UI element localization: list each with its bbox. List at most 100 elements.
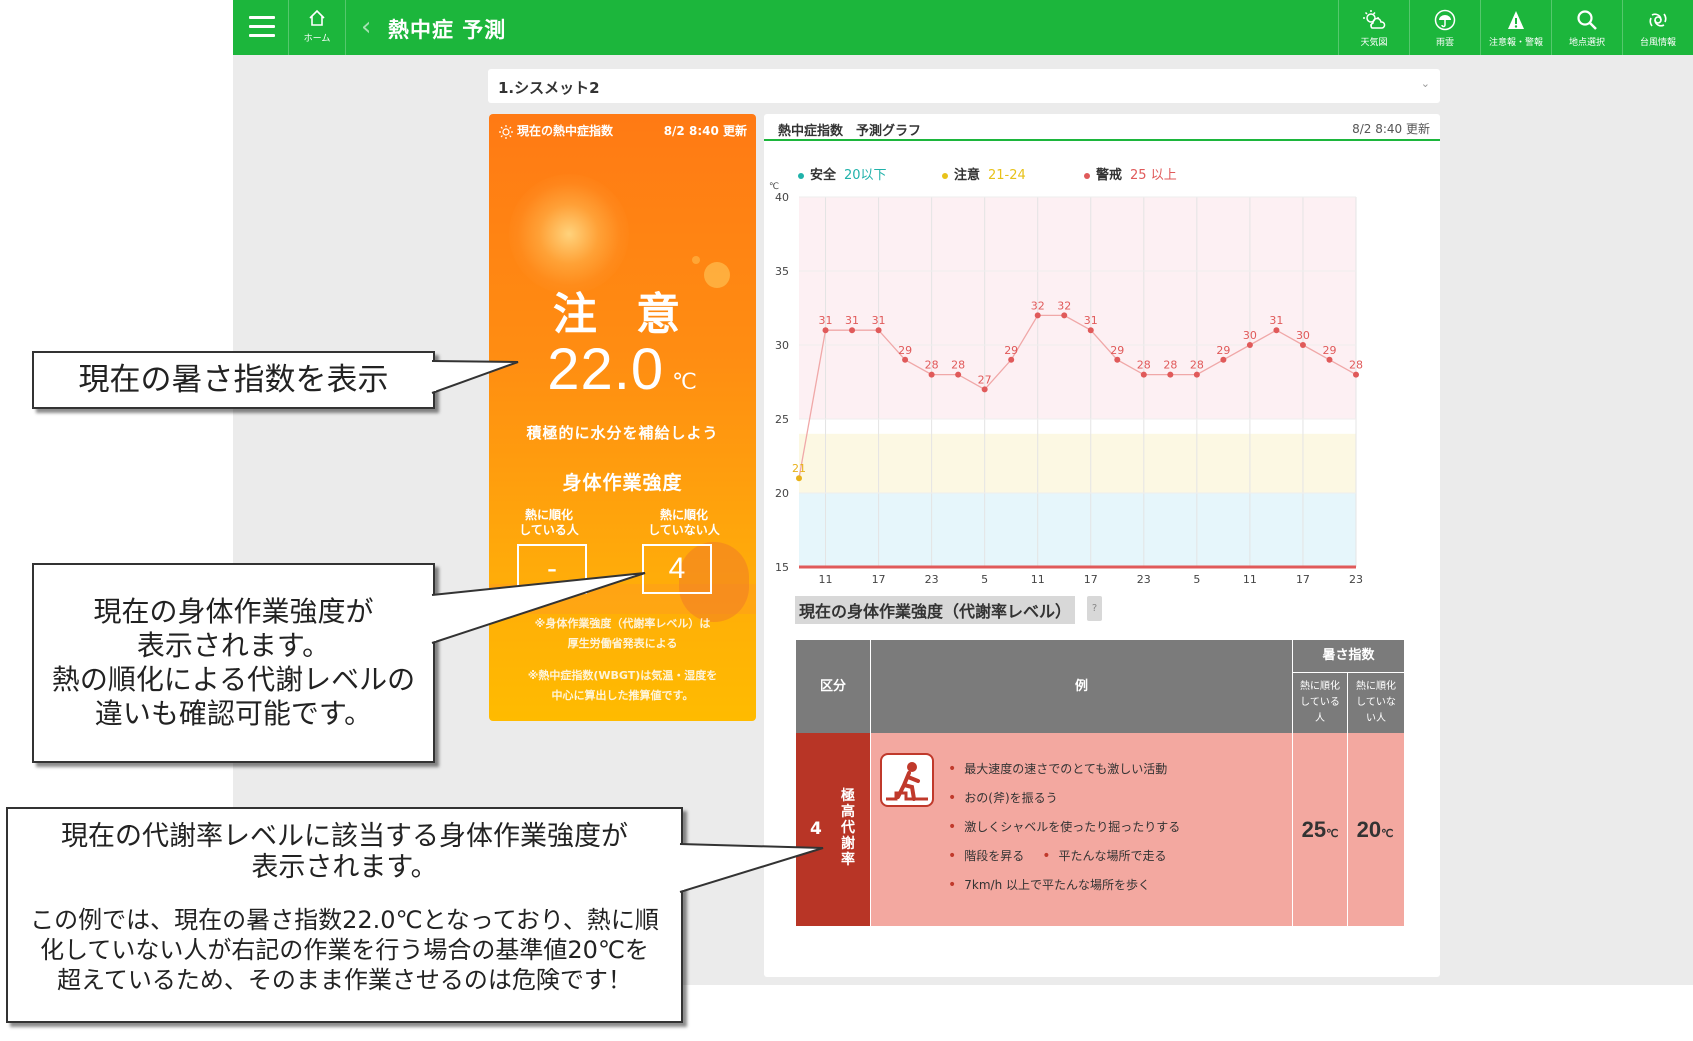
data-label: 32 bbox=[1031, 299, 1045, 312]
location-select[interactable]: 1.シスメット2 ⌄ bbox=[488, 69, 1440, 103]
example-text: 平たんな場所で走る bbox=[1058, 849, 1167, 863]
back-chevron-icon[interactable]: ‹ bbox=[361, 12, 371, 42]
x-tick-date: 8/4 bbox=[1188, 587, 1206, 589]
page-title: 熱中症 予測 bbox=[388, 18, 507, 42]
callout-pointer bbox=[678, 843, 824, 893]
data-label: 28 bbox=[1190, 359, 1204, 372]
info-badge[interactable]: ? bbox=[1087, 596, 1102, 621]
current-index-updated: 8/2 8:40 更新 bbox=[663, 124, 747, 138]
list-item: • 最大速度の速さでのとても激しい活動 bbox=[948, 761, 1168, 777]
col-acclimatized-text: 熱に順化 している 人 bbox=[1300, 681, 1340, 724]
data-label: 21 bbox=[792, 462, 806, 475]
data-point bbox=[1008, 356, 1015, 363]
data-point bbox=[849, 327, 856, 334]
callout-line: 表示されます。 bbox=[136, 629, 331, 662]
data-label: 29 bbox=[1216, 344, 1230, 357]
nav-location-select[interactable]: 地点選択 bbox=[1551, 0, 1622, 55]
data-label: 31 bbox=[845, 314, 859, 327]
example-text: 階段を昇る bbox=[964, 849, 1025, 863]
nav-typhoon[interactable]: 台風情報 bbox=[1622, 0, 1693, 55]
example-text: おの(斧)を振るう bbox=[964, 791, 1058, 805]
list-item: • おの(斧)を振るう bbox=[948, 790, 1058, 806]
shovel-worker-icon bbox=[880, 753, 934, 807]
note-wbgt-line2: 中心に算出した推算値です。 bbox=[551, 689, 694, 702]
wbgt-number: 22.0 bbox=[547, 337, 665, 402]
y-tick-label: 35 bbox=[775, 265, 789, 278]
umbrella-icon bbox=[1434, 9, 1456, 31]
data-point bbox=[1167, 371, 1174, 378]
y-tick-label: 15 bbox=[775, 561, 789, 574]
y-tick-label: 30 bbox=[775, 339, 789, 352]
data-label: 29 bbox=[898, 344, 912, 357]
divider bbox=[1292, 640, 1293, 926]
data-label: 31 bbox=[1269, 314, 1283, 327]
data-point bbox=[1326, 356, 1333, 363]
nav-label: 天気図 bbox=[1360, 38, 1388, 48]
x-tick-label: 23 bbox=[1349, 573, 1363, 586]
col-not-acclimatized-header: 熱に順化 していな い人 bbox=[1348, 673, 1404, 733]
nav-rain-cloud[interactable]: 雨雲 bbox=[1409, 0, 1480, 55]
current-index-header: 現在の熱中症指数 8/2 8:40 更新 bbox=[499, 122, 747, 139]
data-label: 28 bbox=[1349, 359, 1363, 372]
callout-line: 違いも確認可能です。 bbox=[94, 697, 373, 730]
x-tick-label: 17 bbox=[1084, 573, 1098, 586]
data-point bbox=[955, 371, 962, 378]
example-text: 最大速度の速さでのとても激しい活動 bbox=[964, 762, 1168, 776]
data-label: 30 bbox=[1243, 329, 1257, 342]
data-label: 29 bbox=[1004, 344, 1018, 357]
chart-band bbox=[799, 433, 1356, 493]
callout-line: 超えているため、そのまま作業させるのは危険です！ bbox=[57, 966, 632, 994]
acclimatized-label: 熱に順化 している人 bbox=[519, 508, 579, 537]
x-tick-label: 11 bbox=[1031, 573, 1045, 586]
callout-line: 現在の代謝率レベルに該当する身体作業強度が bbox=[61, 821, 628, 852]
col-acclimatized-header: 熱に順化 している 人 bbox=[1293, 673, 1347, 733]
data-point bbox=[1299, 342, 1306, 348]
x-tick-label: 11 bbox=[1243, 573, 1257, 586]
weather-map-icon bbox=[1363, 10, 1386, 29]
chart-band bbox=[799, 197, 1356, 419]
list-item: • 激しくシャベルを使ったり掘ったりする bbox=[948, 819, 1181, 835]
data-label: 28 bbox=[1137, 359, 1151, 372]
data-point bbox=[1193, 371, 1200, 378]
data-point bbox=[1087, 327, 1094, 334]
acclimatized-threshold-value: 25 bbox=[1301, 817, 1327, 842]
x-tick-label: 5 bbox=[981, 573, 988, 586]
data-label: 31 bbox=[819, 314, 833, 327]
col-not-acclimatized-text: 熱に順化 していな い人 bbox=[1356, 681, 1396, 724]
forecast-chart-panel: 熱中症指数 予測グラフ 8/2 8:40 更新 安全 20以下 注意 21-24 警… bbox=[764, 114, 1440, 977]
list-item: • 階段を昇る • 平たんな場所で走る bbox=[948, 848, 1167, 864]
forecast-chart-header: 熱中症指数 予測グラフ 8/2 8:40 更新 bbox=[764, 114, 1440, 141]
y-tick-label: 25 bbox=[775, 413, 789, 426]
y-tick-label: 20 bbox=[775, 487, 789, 500]
data-point bbox=[902, 356, 909, 363]
work-intensity-title: 身体作業強度 bbox=[562, 472, 683, 494]
callout-current-index: 現在の暑さ指数を表示 bbox=[32, 351, 435, 409]
x-tick-label: 17 bbox=[1296, 573, 1310, 586]
nav-warnings[interactable]: 注意報・警報 bbox=[1480, 0, 1551, 55]
nav-label: 注意報・警報 bbox=[1488, 38, 1543, 48]
acclimatized-threshold: 25℃ bbox=[1293, 817, 1347, 843]
data-point bbox=[1246, 342, 1253, 348]
hamburger-icon[interactable] bbox=[249, 16, 275, 38]
search-icon bbox=[1577, 10, 1597, 30]
intensity-table-title: 現在の身体作業強度（代謝率レベル） bbox=[795, 596, 1076, 624]
callout-line: この例では、現在の暑さ指数22.0℃となっており、熱に順 bbox=[30, 906, 659, 934]
nav-label: 雨雲 bbox=[1435, 38, 1454, 48]
data-label: 30 bbox=[1296, 329, 1310, 342]
data-point bbox=[875, 327, 882, 334]
callout-intensity-table: 現在の代謝率レベルに該当する身体作業強度が 表示されます。 この例では、現在の暑… bbox=[6, 807, 683, 1023]
data-label: 32 bbox=[1057, 299, 1071, 312]
callout-pointer bbox=[430, 360, 519, 394]
level-category: 極高代謝率 bbox=[841, 788, 855, 868]
forecast-chart-title: 熱中症指数 予測グラフ bbox=[778, 124, 922, 139]
nav-weather-map[interactable]: 天気図 bbox=[1338, 0, 1409, 55]
data-point bbox=[1114, 356, 1121, 363]
callout-line: 現在の身体作業強度が bbox=[93, 595, 374, 628]
data-label: 31 bbox=[872, 314, 886, 327]
x-tick-label: 17 bbox=[872, 573, 886, 586]
callout-pointer bbox=[430, 572, 646, 644]
example-text: 激しくシャベルを使ったり掘ったりする bbox=[964, 820, 1181, 834]
home-button[interactable]: ホーム bbox=[288, 0, 346, 55]
chevron-down-icon: ⌄ bbox=[1420, 77, 1430, 90]
y-tick-label: 40 bbox=[775, 191, 789, 204]
